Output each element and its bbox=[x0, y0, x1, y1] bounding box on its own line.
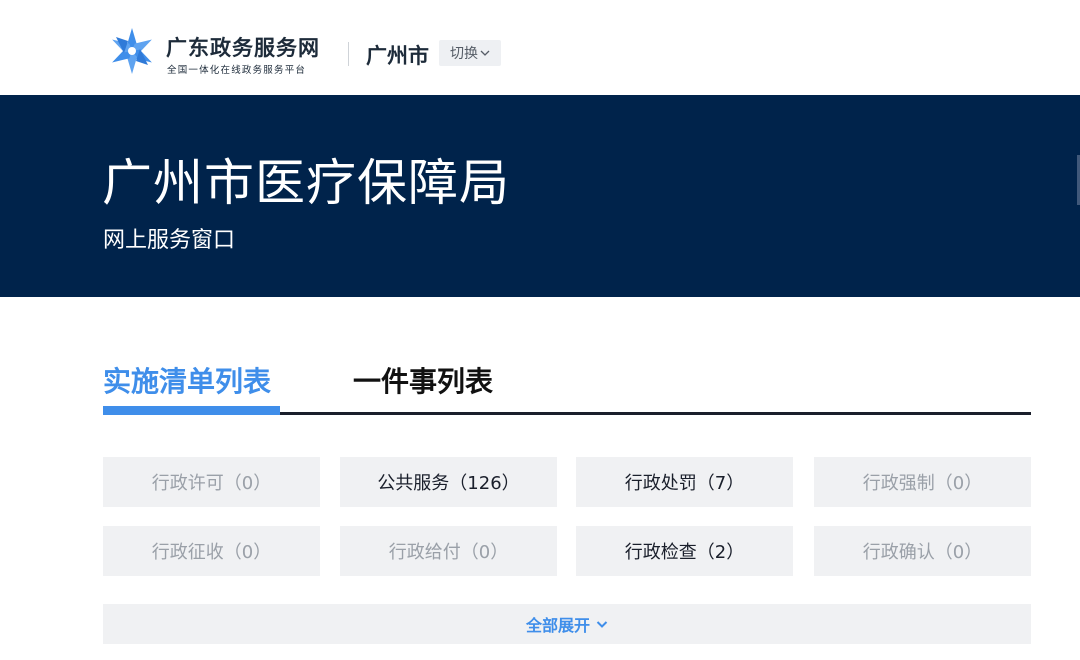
chevron-down-icon bbox=[480, 49, 490, 57]
expand-all-label: 全部展开 bbox=[525, 616, 590, 635]
category-administrative-penalty[interactable]: 行政处罚（7） bbox=[576, 457, 793, 507]
tab-one-thing-list[interactable]: 一件事列表 bbox=[353, 360, 493, 400]
category-administrative-enforcement[interactable]: 行政强制（0） bbox=[814, 457, 1031, 507]
category-administrative-levy[interactable]: 行政征收（0） bbox=[103, 526, 320, 576]
city-switch-button[interactable]: 切换 bbox=[439, 40, 501, 66]
department-title: 广州市医疗保障局 bbox=[102, 154, 510, 212]
chevron-down-icon bbox=[596, 620, 608, 629]
active-tab-indicator bbox=[103, 406, 280, 415]
category-public-service[interactable]: 公共服务（126） bbox=[340, 457, 557, 507]
department-subtitle: 网上服务窗口 bbox=[103, 228, 236, 253]
category-administrative-payment[interactable]: 行政给付（0） bbox=[340, 526, 557, 576]
current-city: 广州市 bbox=[366, 44, 429, 68]
list-tabs: 实施清单列表 一件事列表 bbox=[103, 360, 1031, 418]
brand-name[interactable]: 广东政务服务网 bbox=[166, 32, 320, 62]
category-administrative-inspection[interactable]: 行政检查（2） bbox=[576, 526, 793, 576]
city-switch-label: 切换 bbox=[450, 46, 478, 62]
expand-all-button[interactable]: 全部展开 bbox=[103, 604, 1031, 644]
category-administrative-license[interactable]: 行政许可（0） bbox=[103, 457, 320, 507]
department-banner: 广州市医疗保障局 网上服务窗口 bbox=[0, 95, 1080, 297]
top-header: 广东政务服务网 全国一体化在线政务服务平台 广州市 切换 bbox=[0, 0, 1080, 95]
brand-subtitle: 全国一体化在线政务服务平台 bbox=[167, 65, 307, 76]
tab-implementation-list[interactable]: 实施清单列表 bbox=[103, 360, 280, 400]
site-logo-icon[interactable] bbox=[108, 26, 156, 76]
header-divider bbox=[348, 42, 349, 66]
category-administrative-confirmation[interactable]: 行政确认（0） bbox=[814, 526, 1031, 576]
